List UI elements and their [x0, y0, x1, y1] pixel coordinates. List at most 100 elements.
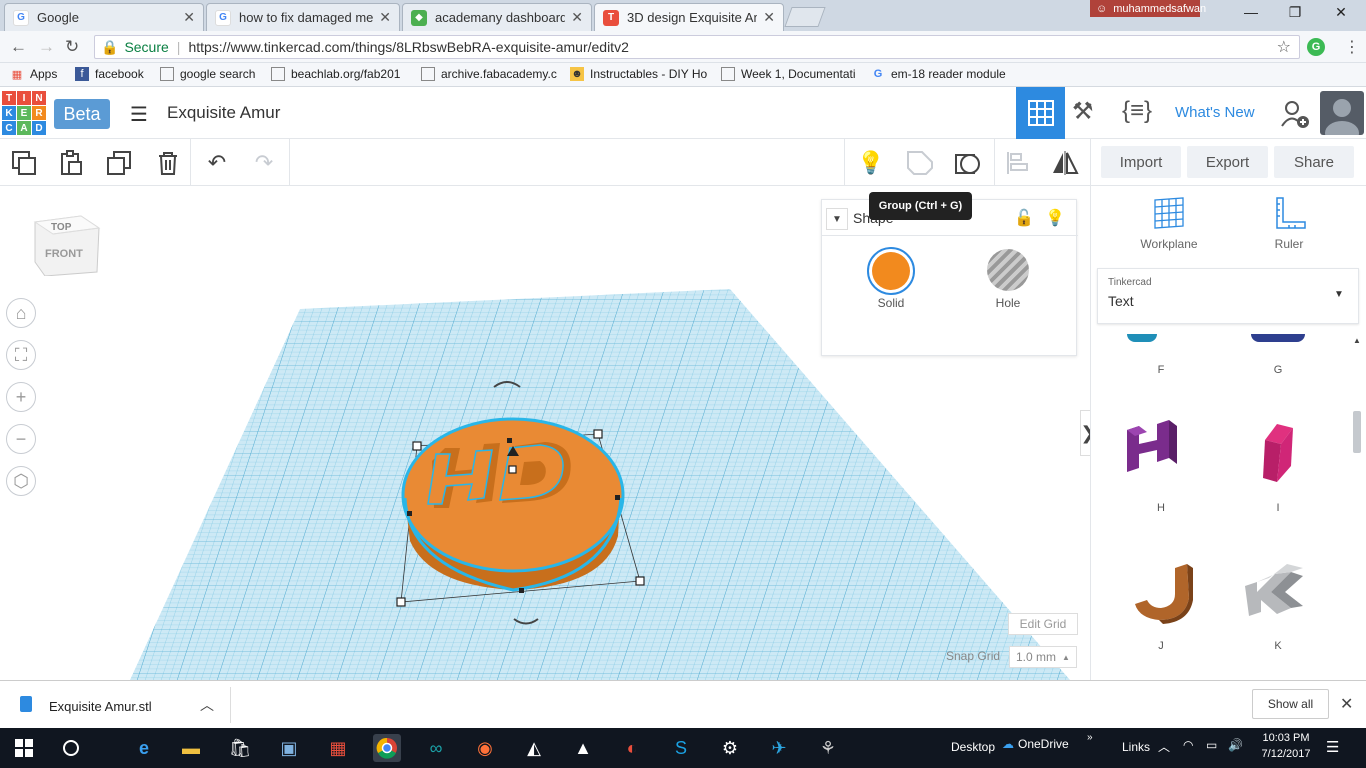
- cs-app-icon[interactable]: ◐: [618, 734, 646, 762]
- tab-close-icon[interactable]: ✕: [379, 9, 391, 26]
- skype-icon[interactable]: S: [667, 734, 695, 762]
- lightbulb-icon[interactable]: 💡: [1045, 208, 1065, 228]
- shape-g-partial[interactable]: [1251, 334, 1305, 342]
- design-list-icon[interactable]: ☰: [130, 102, 148, 127]
- tab-close-icon[interactable]: ✕: [763, 9, 775, 26]
- chevron-double-icon[interactable]: »: [1087, 732, 1093, 743]
- minimize-icon[interactable]: —: [1236, 4, 1266, 20]
- view-cube-top-label[interactable]: TOP: [51, 222, 71, 233]
- remote-desktop-icon[interactable]: ▣: [275, 734, 303, 762]
- fit-view-icon[interactable]: ⛶: [6, 340, 36, 370]
- align-icon[interactable]: [1003, 148, 1033, 178]
- app-icon[interactable]: ⚘: [814, 734, 842, 762]
- copy-icon[interactable]: [9, 148, 39, 178]
- wifi-icon[interactable]: ◠: [1183, 738, 1193, 752]
- browser-tab[interactable]: G how to fix damaged mem ✕: [206, 3, 400, 31]
- lightbulb-icon[interactable]: 💡: [856, 148, 886, 178]
- bookmark-week1[interactable]: Week 1, Documentati: [721, 67, 857, 81]
- import-button[interactable]: Import: [1101, 146, 1181, 178]
- inkscape-icon[interactable]: ◭: [520, 734, 548, 762]
- ruler-tool[interactable]: Ruler: [1244, 196, 1334, 251]
- solid-button[interactable]: [867, 247, 915, 295]
- home-view-icon[interactable]: ⌂: [6, 298, 36, 328]
- hole-button[interactable]: [987, 249, 1029, 291]
- notification-center-icon[interactable]: ☰: [1326, 738, 1339, 756]
- scroll-up-icon[interactable]: ▲: [1353, 336, 1361, 345]
- mirror-icon[interactable]: [1050, 148, 1080, 178]
- duplicate-icon[interactable]: [104, 148, 134, 178]
- new-tab-button[interactable]: [784, 7, 826, 27]
- grammarly-icon[interactable]: G: [1307, 38, 1325, 56]
- export-button[interactable]: Export: [1187, 146, 1268, 178]
- undo-icon[interactable]: ↶: [202, 148, 232, 178]
- bookmark-em18[interactable]: Gem-18 reader module: [871, 67, 1007, 81]
- file-explorer-icon[interactable]: ▬: [177, 734, 205, 762]
- tab-close-icon[interactable]: ✕: [183, 9, 195, 26]
- browser-tab[interactable]: G Google ✕: [4, 3, 204, 31]
- tab-close-icon[interactable]: ✕: [571, 9, 583, 26]
- shape-library-select[interactable]: Tinkercad Text ▼: [1097, 268, 1359, 324]
- tinkercad-logo[interactable]: TIN KER CAD: [2, 91, 46, 135]
- forward-icon[interactable]: →: [38, 37, 55, 57]
- design-title[interactable]: Exquisite Amur: [167, 103, 280, 123]
- apps-icon[interactable]: ▦: [324, 734, 352, 762]
- arduino-icon[interactable]: ∞: [422, 734, 450, 762]
- close-downloads-icon[interactable]: ✕: [1340, 694, 1353, 714]
- redo-icon[interactable]: ↷: [249, 148, 279, 178]
- clock-time[interactable]: 10:03 PM: [1256, 732, 1316, 744]
- view-cube-front-label[interactable]: FRONT: [45, 248, 83, 260]
- bookmark-facebook[interactable]: f facebook: [75, 67, 144, 81]
- avatar[interactable]: [1320, 91, 1364, 135]
- photos-icon[interactable]: ▲: [569, 734, 597, 762]
- battery-icon[interactable]: ▭: [1206, 738, 1217, 752]
- profile-badge[interactable]: ☺ muhammedsafwan: [1090, 0, 1206, 17]
- bookmark-google-search[interactable]: google search: [160, 67, 255, 81]
- url-field[interactable]: 🔒 Secure | https://www.tinkercad.com/thi…: [94, 35, 1300, 59]
- bookmark-fabacademy[interactable]: archive.fabacademy.c: [421, 67, 557, 81]
- delete-icon[interactable]: [153, 148, 183, 178]
- reload-icon[interactable]: ↻: [65, 37, 79, 57]
- download-filename[interactable]: Exquisite Amur.stl: [49, 699, 152, 714]
- show-all-button[interactable]: Show all: [1252, 689, 1329, 719]
- chevron-up-icon[interactable]: ︿: [200, 695, 214, 715]
- volume-icon[interactable]: 🔊: [1228, 738, 1243, 752]
- lock-icon[interactable]: 🔓: [1014, 208, 1034, 228]
- minecraft-pickaxe-icon[interactable]: ⚒: [1072, 97, 1094, 126]
- perspective-icon[interactable]: ⬡: [6, 466, 36, 496]
- zoom-in-icon[interactable]: +: [6, 382, 36, 412]
- whats-new-link[interactable]: What's New: [1175, 104, 1255, 121]
- 3d-design-view-button[interactable]: [1016, 87, 1065, 139]
- bookmark-beachlab[interactable]: beachlab.org/fab201: [271, 67, 407, 81]
- edge-icon[interactable]: e: [130, 734, 158, 762]
- telegram-icon[interactable]: ✈: [765, 734, 793, 762]
- paste-icon[interactable]: [56, 148, 86, 178]
- add-user-icon[interactable]: [1280, 99, 1310, 136]
- browser-tab[interactable]: ◆ academany dashboard ✕: [402, 3, 592, 31]
- windows-start-icon[interactable]: [10, 734, 38, 762]
- panel-scrollbar[interactable]: [1353, 411, 1361, 453]
- restore-icon[interactable]: ❐: [1280, 4, 1310, 21]
- collapse-arrow-icon[interactable]: ▼: [826, 208, 848, 230]
- links-label[interactable]: Links: [1122, 740, 1150, 754]
- bookmark-apps[interactable]: ▦ Apps: [10, 67, 58, 81]
- shape-j[interactable]: [1129, 562, 1199, 624]
- clock-date[interactable]: 7/12/2017: [1256, 748, 1316, 760]
- share-button[interactable]: Share: [1274, 146, 1354, 178]
- shape-h[interactable]: [1121, 418, 1201, 478]
- star-icon[interactable]: ☆: [1277, 37, 1291, 57]
- shape-f-partial[interactable]: [1127, 334, 1157, 342]
- back-icon[interactable]: ←: [10, 37, 27, 57]
- cortana-icon[interactable]: [57, 734, 85, 762]
- menu-icon[interactable]: ⋮: [1344, 37, 1360, 57]
- firefox-icon[interactable]: ◉: [471, 734, 499, 762]
- tray-chevron-icon[interactable]: ︿: [1158, 738, 1170, 755]
- shape-i[interactable]: [1261, 420, 1311, 486]
- settings-gear-icon[interactable]: ⚙: [716, 734, 744, 762]
- bookmark-instructables[interactable]: ☻ Instructables - DIY Ho: [570, 67, 708, 81]
- shape-k[interactable]: [1241, 562, 1317, 620]
- ungroup-icon[interactable]: [953, 148, 983, 178]
- chrome-icon[interactable]: [373, 734, 401, 762]
- view-cube[interactable]: TOP FRONT: [33, 214, 101, 277]
- workplane-viewport[interactable]: TOP FRONT ⌂ ⛶ + − ⬡ ▼ Shape 🔓 💡 Solid Ho…: [0, 186, 1090, 680]
- desktop-label[interactable]: Desktop: [951, 740, 995, 754]
